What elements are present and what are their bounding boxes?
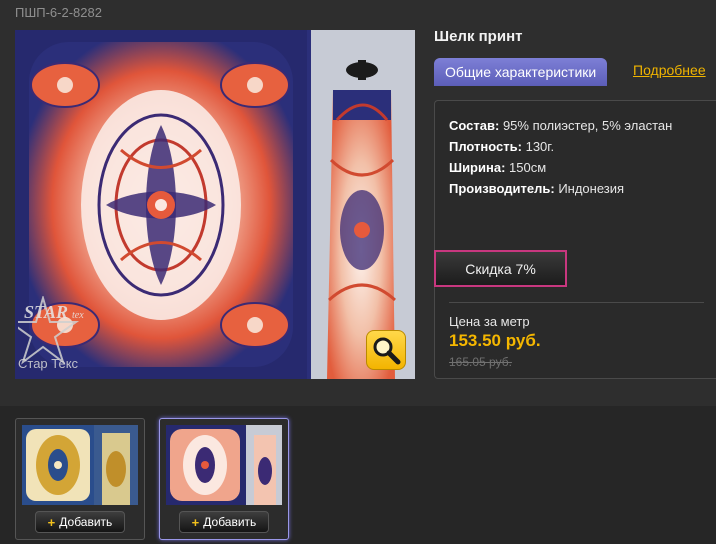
thumbnail-1[interactable]: + Добавить bbox=[15, 418, 145, 540]
svg-text:tex: tex bbox=[72, 310, 84, 321]
thumbnail-image[interactable] bbox=[22, 425, 138, 505]
spec-value: 130г. bbox=[525, 139, 555, 154]
spec-label: Производитель: bbox=[449, 181, 555, 196]
spec-row-density: Плотность: 130г. bbox=[449, 139, 554, 154]
add-button-label: Добавить bbox=[59, 515, 113, 529]
svg-text:STAR: STAR bbox=[24, 302, 68, 322]
spec-label: Состав: bbox=[449, 118, 500, 133]
tab-more-details[interactable]: Подробнее bbox=[633, 62, 706, 78]
spec-row-width: Ширина: 150см bbox=[449, 160, 546, 175]
spec-value: Индонезия bbox=[558, 181, 625, 196]
product-sku: ПШП-6-2-8282 bbox=[15, 5, 102, 20]
spec-value: 95% полиэстер, 5% эластан bbox=[502, 118, 673, 133]
watermark-text: Стар Текс bbox=[18, 356, 79, 371]
current-price: 153.50 руб. bbox=[449, 331, 541, 350]
spec-label: Ширина: bbox=[449, 160, 506, 175]
zoom-button[interactable] bbox=[366, 330, 406, 370]
thumbnail-image[interactable] bbox=[166, 425, 282, 505]
plus-icon: + bbox=[47, 514, 56, 530]
add-button[interactable]: + Добавить bbox=[35, 511, 125, 533]
spec-row-composition: Состав: 95% полиэстер, 5% эластан bbox=[449, 118, 672, 133]
add-button-label: Добавить bbox=[203, 515, 257, 529]
product-title: Шелк принт bbox=[434, 28, 523, 45]
plus-icon: + bbox=[191, 514, 200, 530]
spec-value: 150см bbox=[509, 160, 547, 175]
tab-general-characteristics[interactable]: Общие характеристики bbox=[434, 58, 608, 86]
spec-row-manufacturer: Производитель: Индонезия bbox=[449, 181, 624, 196]
add-button[interactable]: + Добавить bbox=[179, 511, 269, 533]
magnifier-icon bbox=[373, 337, 401, 365]
price-label: Цена за метр bbox=[449, 314, 530, 329]
divider bbox=[449, 302, 704, 303]
old-price: 165.05 руб. bbox=[449, 355, 512, 369]
discount-badge: Скидка 7% bbox=[434, 250, 567, 287]
spec-label: Плотность: bbox=[449, 139, 522, 154]
thumbnail-2[interactable]: + Добавить bbox=[159, 418, 289, 540]
